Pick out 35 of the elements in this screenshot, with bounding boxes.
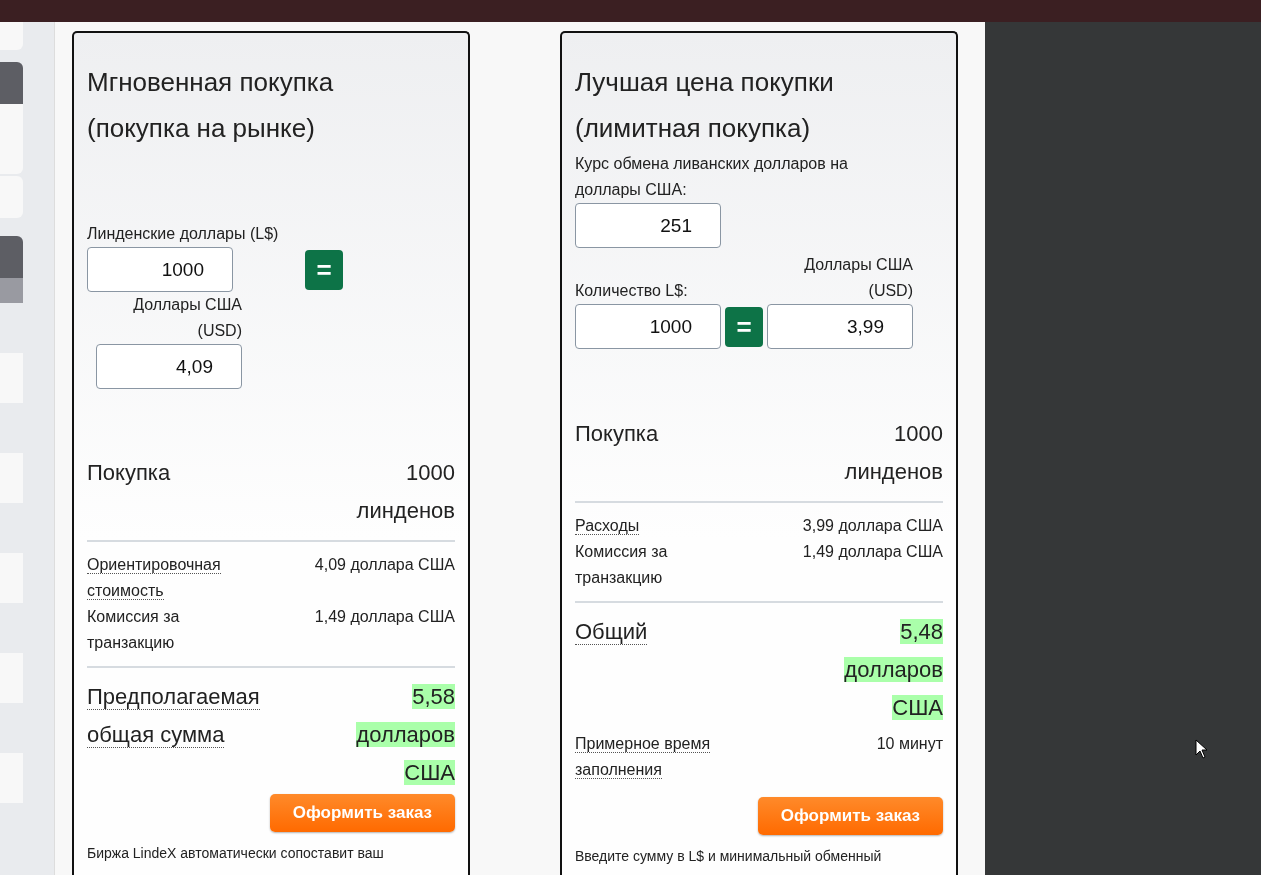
- field-label: Курс обмена ливанских долларов на доллары США:: [575, 154, 849, 200]
- summary-value: 3,99 доллара США: [802, 516, 943, 536]
- summary-label: Комиссия за транзакцию: [575, 542, 669, 588]
- summary-value: 5,58 долларов США: [355, 683, 455, 787]
- equals-button[interactable]: =: [305, 249, 343, 290]
- description-text: Введите сумму в L$ и минимальный обменный: [575, 846, 883, 866]
- summary-label: Общий: [575, 618, 648, 647]
- card-title: Мгновенная покупка (покупка на рынке): [87, 66, 335, 145]
- summary-label: Комиссия за транзакцию: [87, 607, 181, 653]
- summary-value: 1,49 доллара США: [314, 607, 455, 627]
- summary-value: 1,49 доллара США: [802, 542, 943, 562]
- description-text: Биржа LindeX автоматически сопоставит ваш: [87, 843, 385, 863]
- number-input[interactable]: 3,99: [767, 304, 913, 349]
- summary-label: Покупка: [575, 420, 659, 448]
- equals-button[interactable]: =: [725, 307, 763, 347]
- summary-value: 1000 линденов: [843, 420, 943, 486]
- number-input[interactable]: 4,09: [96, 344, 242, 389]
- card-title: Лучшая цена покупки (лимитная покупка): [575, 66, 835, 145]
- mouse-pointer-icon: [1195, 739, 1208, 759]
- summary-value: 4,09 доллара США: [314, 555, 455, 575]
- summary-label: Покупка: [87, 459, 171, 487]
- field-label: Количество L$:: [575, 281, 689, 301]
- field-label: Доллары США (USD): [803, 255, 913, 301]
- summary-value: 10 минут: [876, 734, 943, 754]
- summary-label: Ориентировочная стоимость: [87, 555, 222, 602]
- number-input[interactable]: 1000: [87, 247, 233, 292]
- summary-value: 1000 линденов: [355, 459, 455, 525]
- field-label: Доллары США (USD): [132, 295, 242, 341]
- number-input[interactable]: 251: [575, 203, 721, 248]
- summary-label: Предполагаемая общая сумма: [87, 683, 261, 750]
- field-label: Линденские доллары (L$): [87, 224, 280, 244]
- summary-value: 5,48 долларов США: [843, 618, 943, 722]
- number-input[interactable]: 1000: [575, 304, 721, 349]
- summary-label: Расходы: [575, 516, 640, 537]
- summary-label: Примерное время заполнения: [575, 734, 712, 781]
